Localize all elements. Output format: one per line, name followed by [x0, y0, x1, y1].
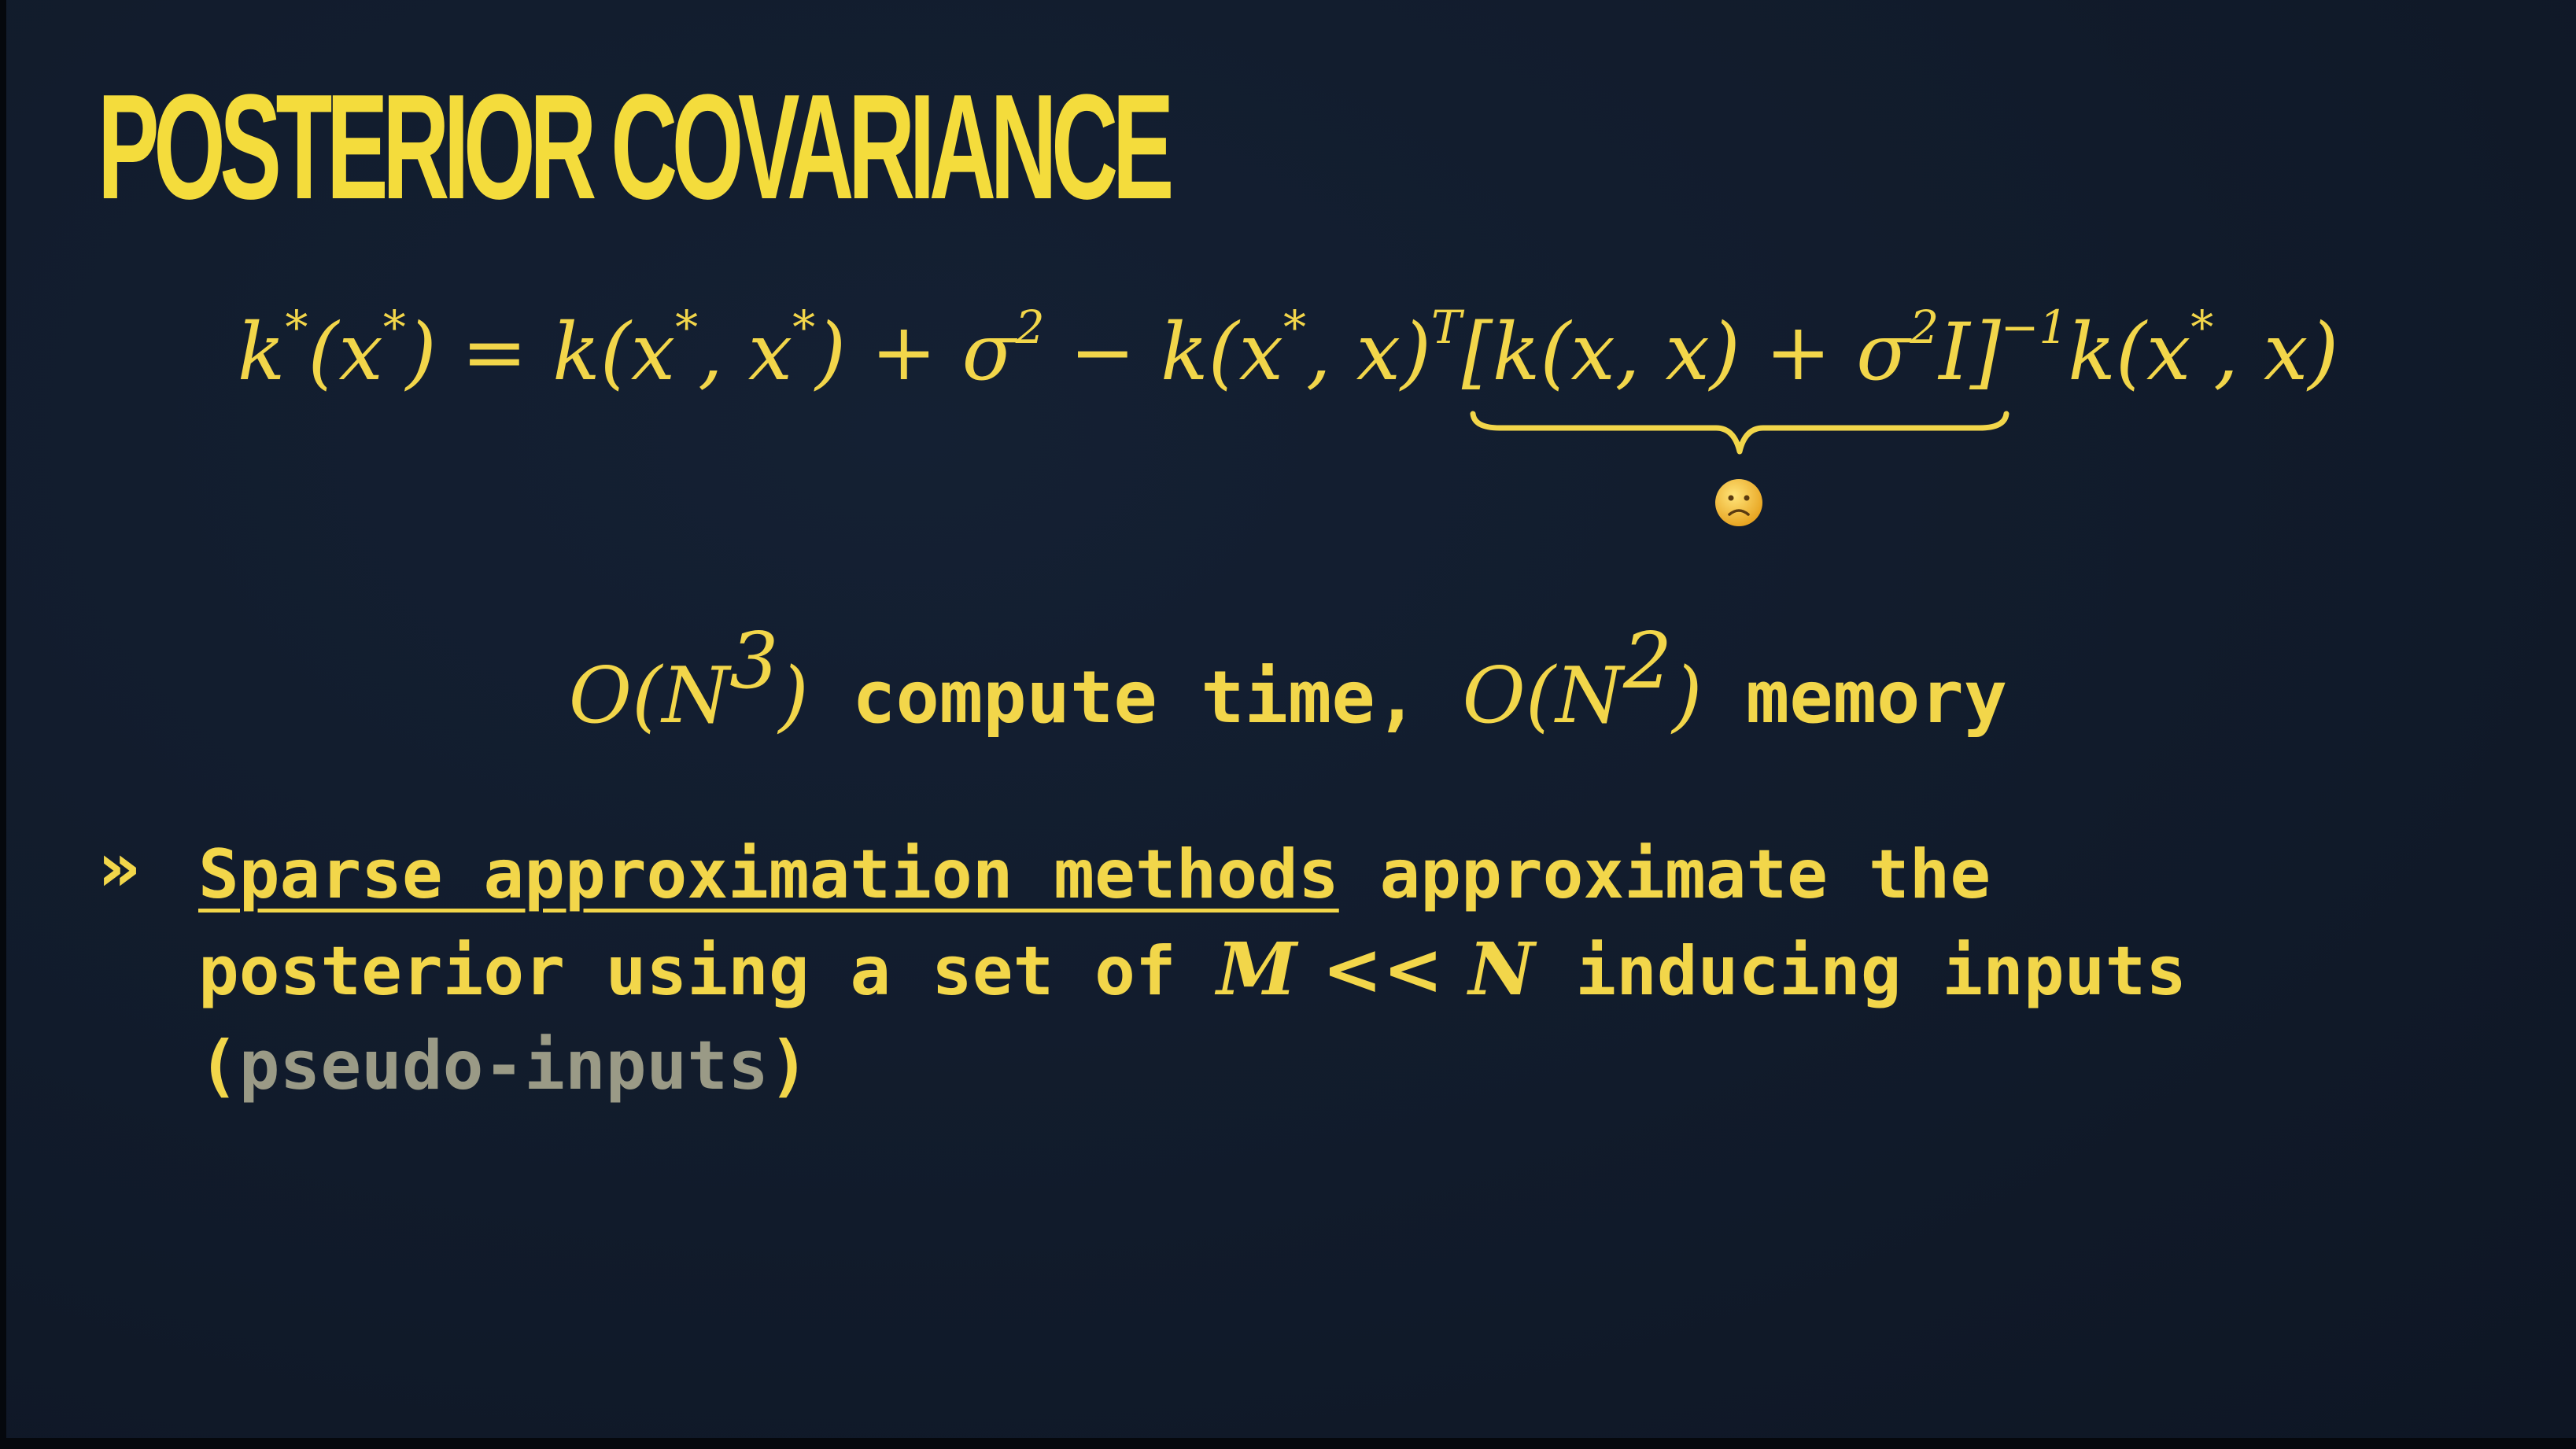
formula-mid: , x [698, 306, 793, 398]
complexity-big-o: O(N [568, 651, 730, 741]
complexity-close: ) [778, 651, 809, 741]
formula-star: * [675, 300, 699, 354]
formula-exponent: 2 [1015, 300, 1045, 354]
formula-tail-end: , x) [2213, 306, 2339, 398]
formula-tail: k(x [2068, 306, 2191, 398]
slide-title: POSTERIOR COVARIANCE [98, 64, 1174, 230]
formula-star: * [2190, 300, 2214, 354]
formula-inverse: −1 [2000, 300, 2069, 354]
formula-minus: − k(x [1044, 306, 1284, 398]
formula-comma-x: , x) [1306, 306, 1432, 398]
formula-exponent: 2 [1910, 300, 1939, 354]
bullet-line-1-rest: approximate the [1338, 835, 1991, 914]
complexity-line: O(N3) compute time, O(N2) memory [0, 623, 2576, 735]
formula-eq: ) = k(x [405, 306, 676, 398]
bullet-line-2-post: inducing inputs [1534, 932, 2187, 1011]
sparse-methods-link[interactable]: Sparse approximation methods [198, 835, 1339, 914]
underbrace-icon [1470, 411, 2010, 455]
formula-star: * [792, 300, 816, 354]
formula-star: * [382, 300, 406, 354]
sad-face-icon [1715, 479, 1762, 526]
complexity-big-o: O(N [1462, 651, 1623, 741]
bullet-line-2: posterior using a set of M << N inducing… [198, 922, 2480, 1019]
paren-close: ) [768, 1027, 810, 1105]
bullet-line-1: Sparse approximation methods approximate… [198, 828, 2480, 922]
bullet-line-2-pre: posterior using a set of [198, 932, 1217, 1011]
formula-mid: ) + σ [815, 306, 1016, 398]
slide: POSTERIOR COVARIANCE k*(x*) = k(x*, x*) … [0, 0, 2576, 1449]
complexity-exponent: 2 [1622, 617, 1673, 706]
formula-identity: I] [1939, 306, 2001, 398]
complexity-exponent: 3 [729, 617, 779, 706]
bullet-marker: » [98, 828, 142, 907]
complexity-close: ) [1672, 651, 1703, 741]
formula-bracket: [k(x, x) + σ [1461, 306, 1910, 398]
bullet-line-3: (pseudo-inputs) [198, 1019, 2480, 1113]
complexity-text: memory [1702, 655, 2008, 739]
formula-star: * [1283, 300, 1307, 354]
complexity-text: compute time, [808, 655, 1463, 739]
formula-lhs: k [237, 306, 286, 398]
bullet-text: Sparse approximation methods approximate… [198, 828, 2480, 1113]
formula-lhs-arg: (x [308, 306, 383, 398]
paren-open: ( [198, 1027, 239, 1105]
formula-transpose: T [1431, 300, 1462, 354]
bottom-border [0, 1438, 2576, 1449]
posterior-covariance-formula: k*(x*) = k(x*, x*) + σ2 − k(x*, x)T[k(x,… [0, 304, 2576, 392]
pseudo-inputs-text: pseudo-inputs [238, 1027, 769, 1105]
bullet-math: M << N [1216, 927, 1535, 1012]
formula-star: * [285, 300, 308, 354]
